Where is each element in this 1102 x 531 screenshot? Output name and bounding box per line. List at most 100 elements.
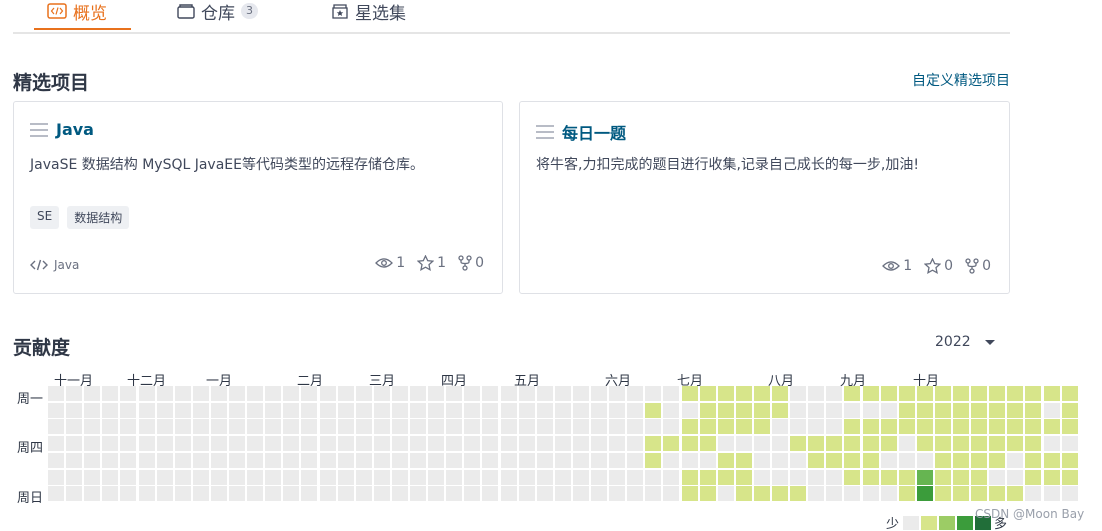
contribution-cell[interactable] — [844, 486, 860, 501]
contribution-cell[interactable] — [338, 470, 354, 485]
contribution-cell[interactable] — [66, 419, 82, 434]
contribution-cell[interactable] — [627, 419, 643, 434]
contribution-cell[interactable] — [754, 386, 770, 401]
contribution-cell[interactable] — [482, 470, 498, 485]
contribution-cell[interactable] — [700, 470, 716, 485]
contribution-cell[interactable] — [482, 403, 498, 418]
project-tag[interactable]: 数据结构 — [67, 206, 130, 229]
contribution-cell[interactable] — [663, 486, 679, 501]
contribution-cell[interactable] — [826, 419, 842, 434]
contribution-cell[interactable] — [338, 436, 354, 451]
contribution-cell[interactable] — [157, 403, 173, 418]
contribution-cell[interactable] — [899, 403, 915, 418]
contribution-cell[interactable] — [1025, 403, 1041, 418]
contribution-cell[interactable] — [356, 470, 372, 485]
contribution-cell[interactable] — [320, 486, 336, 501]
contribution-cell[interactable] — [736, 403, 752, 418]
contribution-cell[interactable] — [772, 453, 788, 468]
contribution-cell[interactable] — [718, 386, 734, 401]
contribution-cell[interactable] — [736, 470, 752, 485]
contribution-cell[interactable] — [139, 453, 155, 468]
contribution-cell[interactable] — [953, 486, 969, 501]
contribution-cell[interactable] — [736, 453, 752, 468]
contribution-cell[interactable] — [917, 470, 933, 485]
contribution-cell[interactable] — [66, 436, 82, 451]
contribution-cell[interactable] — [374, 436, 390, 451]
contribution-cell[interactable] — [428, 386, 444, 401]
contribution-cell[interactable] — [120, 419, 136, 434]
contribution-cell[interactable] — [374, 486, 390, 501]
contribution-cell[interactable] — [645, 386, 661, 401]
contribution-cell[interactable] — [645, 486, 661, 501]
contribution-cell[interactable] — [881, 486, 897, 501]
fork-stat[interactable]: 0 — [458, 255, 484, 271]
contribution-cell[interactable] — [555, 436, 571, 451]
contribution-cell[interactable] — [501, 436, 517, 451]
contribution-cell[interactable] — [663, 453, 679, 468]
contribution-cell[interactable] — [899, 419, 915, 434]
contribution-cell[interactable] — [989, 470, 1005, 485]
contribution-cell[interactable] — [102, 470, 118, 485]
contribution-cell[interactable] — [609, 419, 625, 434]
contribution-cell[interactable] — [989, 419, 1005, 434]
contribution-cell[interactable] — [899, 436, 915, 451]
contribution-cell[interactable] — [410, 486, 426, 501]
contribution-cell[interactable] — [464, 453, 480, 468]
contribution-cell[interactable] — [537, 419, 553, 434]
contribution-cell[interactable] — [410, 470, 426, 485]
contribution-cell[interactable] — [265, 386, 281, 401]
contribution-cell[interactable] — [139, 403, 155, 418]
contribution-cell[interactable] — [700, 436, 716, 451]
contribution-cell[interactable] — [663, 436, 679, 451]
contribution-cell[interactable] — [48, 470, 64, 485]
contribution-cell[interactable] — [464, 486, 480, 501]
contribution-cell[interactable] — [356, 403, 372, 418]
contribution-cell[interactable] — [247, 436, 263, 451]
contribution-cell[interactable] — [320, 453, 336, 468]
contribution-cell[interactable] — [446, 386, 462, 401]
contribution-cell[interactable] — [482, 419, 498, 434]
contribution-cell[interactable] — [772, 436, 788, 451]
contribution-cell[interactable] — [410, 386, 426, 401]
contribution-cell[interactable] — [265, 403, 281, 418]
contribution-cell[interactable] — [265, 486, 281, 501]
contribution-cell[interactable] — [157, 470, 173, 485]
contribution-cell[interactable] — [446, 419, 462, 434]
contribution-cell[interactable] — [84, 470, 100, 485]
contribution-cell[interactable] — [627, 453, 643, 468]
contribution-cell[interactable] — [374, 470, 390, 485]
contribution-cell[interactable] — [645, 453, 661, 468]
contribution-cell[interactable] — [790, 453, 806, 468]
contribution-cell[interactable] — [211, 386, 227, 401]
contribution-cell[interactable] — [736, 436, 752, 451]
contribution-cell[interactable] — [808, 386, 824, 401]
contribution-cell[interactable] — [609, 386, 625, 401]
contribution-cell[interactable] — [157, 419, 173, 434]
contribution-cell[interactable] — [392, 403, 408, 418]
contribution-cell[interactable] — [120, 403, 136, 418]
contribution-cell[interactable] — [66, 386, 82, 401]
contribution-cell[interactable] — [826, 436, 842, 451]
contribution-cell[interactable] — [700, 486, 716, 501]
contribution-cell[interactable] — [863, 403, 879, 418]
contribution-cell[interactable] — [790, 436, 806, 451]
contribution-cell[interactable] — [247, 403, 263, 418]
contribution-cell[interactable] — [283, 386, 299, 401]
contribution-cell[interactable] — [102, 403, 118, 418]
contribution-cell[interactable] — [935, 436, 951, 451]
contribution-cell[interactable] — [863, 470, 879, 485]
contribution-cell[interactable] — [682, 470, 698, 485]
contribution-cell[interactable] — [935, 470, 951, 485]
contribution-cell[interactable] — [935, 453, 951, 468]
contribution-cell[interactable] — [971, 403, 987, 418]
contribution-cell[interactable] — [1062, 486, 1078, 501]
contribution-cell[interactable] — [555, 386, 571, 401]
contribution-cell[interactable] — [808, 403, 824, 418]
contribution-cell[interactable] — [1044, 386, 1060, 401]
contribution-cell[interactable] — [320, 470, 336, 485]
contribution-cell[interactable] — [863, 453, 879, 468]
contribution-cell[interactable] — [320, 436, 336, 451]
contribution-cell[interactable] — [84, 436, 100, 451]
contribution-cell[interactable] — [501, 486, 517, 501]
contribution-cell[interactable] — [881, 436, 897, 451]
